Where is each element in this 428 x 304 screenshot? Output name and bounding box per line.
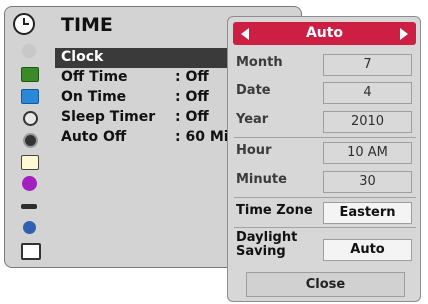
daylight-saving-label: Daylight Saving bbox=[236, 231, 297, 259]
menu-item-label: Clock bbox=[61, 49, 104, 65]
circle-icon[interactable] bbox=[19, 109, 41, 128]
clock-icon bbox=[13, 13, 35, 35]
side-icon-column bbox=[19, 43, 41, 263]
minute-label: Minute bbox=[236, 172, 287, 187]
daylight-saving-label-line2: Saving bbox=[236, 244, 286, 259]
picture-icon[interactable] bbox=[19, 43, 41, 62]
date-field[interactable]: 4 bbox=[323, 82, 412, 104]
time-icon[interactable] bbox=[19, 131, 41, 150]
menu-item-value: : Off bbox=[175, 89, 209, 105]
hour-label: Hour bbox=[236, 143, 272, 158]
menu-item-label: Off Time bbox=[61, 69, 128, 85]
minute-field[interactable]: 30 bbox=[323, 171, 412, 193]
divider bbox=[234, 137, 416, 138]
daylight-saving-label-line1: Daylight bbox=[236, 230, 298, 245]
month-field[interactable]: 7 bbox=[323, 54, 412, 76]
movie-icon[interactable] bbox=[19, 241, 41, 260]
monitor-icon[interactable] bbox=[19, 65, 41, 84]
usb-icon[interactable] bbox=[19, 197, 41, 216]
year-field[interactable]: 2010 bbox=[323, 111, 412, 133]
time-zone-label: Time Zone bbox=[236, 203, 313, 218]
time-zone-field[interactable]: Eastern bbox=[323, 202, 412, 224]
menu-item-label: Sleep Timer bbox=[61, 109, 156, 125]
hour-field[interactable]: 10 AM bbox=[323, 142, 412, 164]
screen-icon[interactable] bbox=[19, 87, 41, 106]
menu-item-label: Auto Off bbox=[61, 129, 127, 145]
divider bbox=[234, 197, 416, 198]
month-label: Month bbox=[236, 55, 283, 70]
daylight-saving-field[interactable]: Auto bbox=[323, 239, 412, 261]
calendar-icon[interactable] bbox=[19, 153, 41, 172]
close-button[interactable]: Close bbox=[246, 272, 405, 297]
power-icon[interactable] bbox=[19, 219, 41, 238]
menu-item-value: : Off bbox=[175, 69, 209, 85]
clock-settings-dialog: Auto Month 7 Date 4 Year 2010 Hour 10 AM… bbox=[227, 16, 421, 302]
menu-item-value: : Off bbox=[175, 109, 209, 125]
arrow-right-icon[interactable] bbox=[400, 28, 408, 40]
year-label: Year bbox=[236, 112, 269, 127]
mode-value: Auto bbox=[305, 25, 344, 41]
time-title: TIME bbox=[61, 14, 113, 36]
menu-item-label: On Time bbox=[61, 89, 127, 105]
divider bbox=[234, 227, 416, 228]
arrow-left-icon[interactable] bbox=[241, 28, 249, 40]
info-icon[interactable] bbox=[19, 175, 41, 194]
mode-selector[interactable]: Auto bbox=[233, 22, 416, 45]
date-label: Date bbox=[236, 83, 271, 98]
